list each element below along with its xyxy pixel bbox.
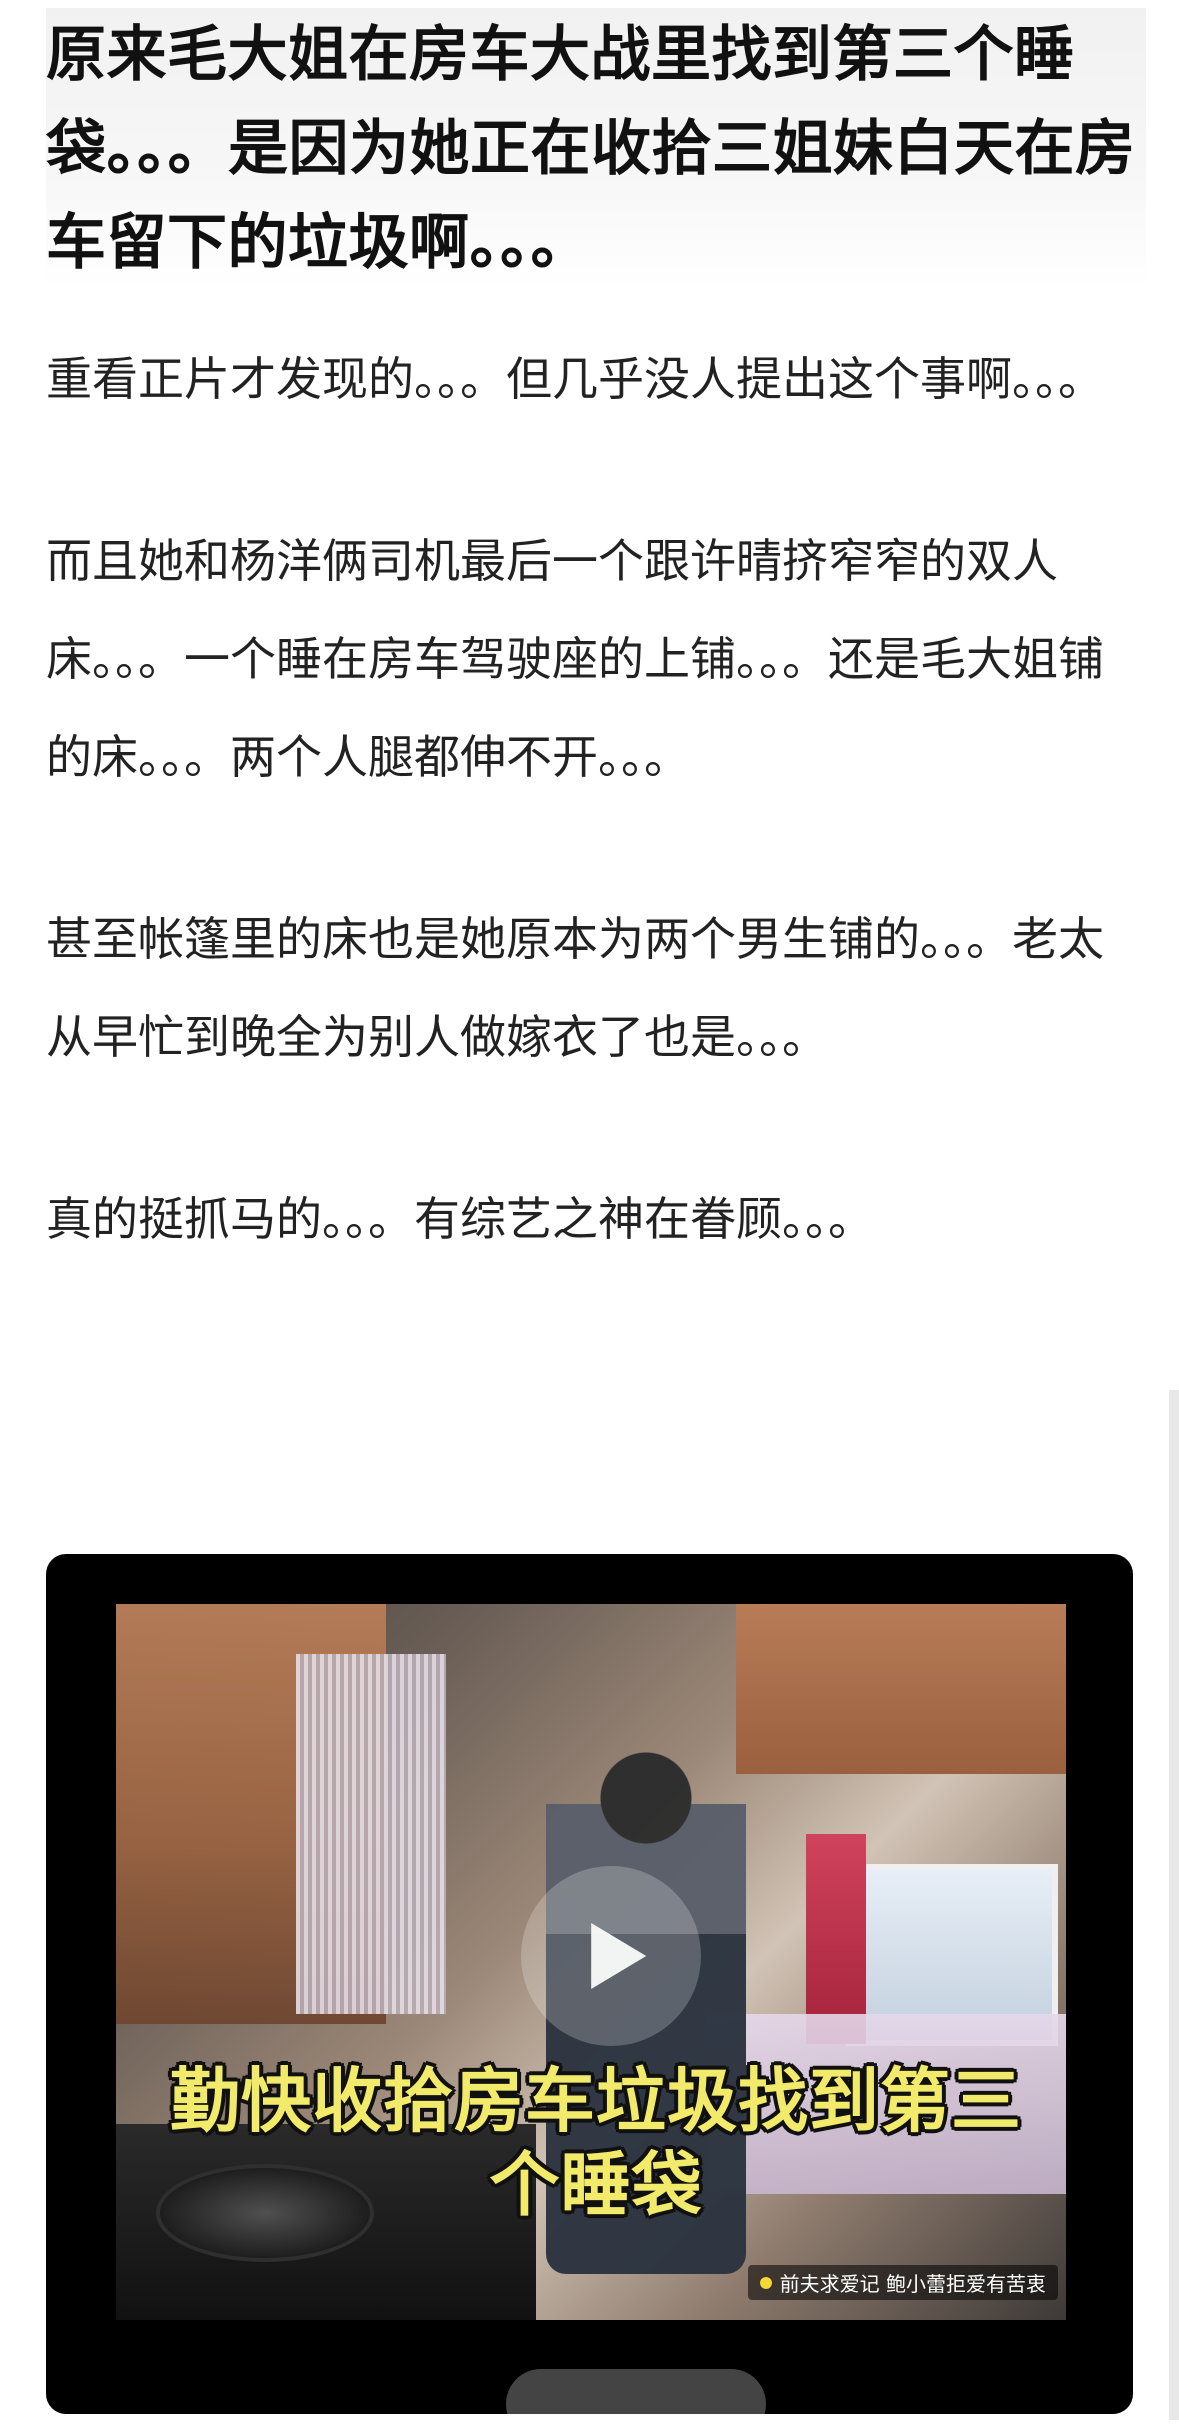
video-thumbnail[interactable]: 勤快收拾房车垃圾找到第三个睡袋 前夫求爱记 鲍小蕾拒爱有苦衷 [116, 1604, 1066, 2320]
post-paragraph-2: 而且她和杨洋俩司机最后一个跟许晴挤窄窄的双人床。。。一个睡在房车驾驶座的上铺。。… [46, 534, 1104, 784]
video-player[interactable]: 勤快收拾房车垃圾找到第三个睡袋 前夫求爱记 鲍小蕾拒爱有苦衷 [46, 1554, 1133, 2414]
ticker-dot-icon [759, 2276, 772, 2289]
video-ticker: 前夫求爱记 鲍小蕾拒爱有苦衷 [747, 2265, 1058, 2300]
post-title-area: 原来毛大姐在房车大战里找到第三个睡袋。。。是因为她正在收拾三姐妹白天在房车留下的… [46, 8, 1146, 290]
page-edge-bar [1169, 1390, 1179, 2420]
thumbnail-upper-cabinet [736, 1604, 1066, 1774]
thumbnail-red-curtain [806, 1834, 866, 2044]
post-paragraph-3: 甚至帐篷里的床也是她原本为两个男生铺的。。。老太从早忙到晚全为别人做嫁衣了也是。… [46, 912, 1104, 1064]
post-title: 原来毛大姐在房车大战里找到第三个睡袋。。。是因为她正在收拾三姐妹白天在房车留下的… [46, 20, 1136, 278]
post-paragraph-4: 真的挺抓马的。。。有综艺之神在眷顾。。。 [46, 1192, 874, 1246]
thumbnail-bead-curtain [296, 1654, 446, 2014]
post-paragraph-1: 重看正片才发现的。。。但几乎没人提出这个事啊。。。 [46, 352, 1104, 406]
post-body: 重看正片才发现的。。。但几乎没人提出这个事啊。。。 而且她和杨洋俩司机最后一个跟… [46, 330, 1126, 1364]
video-caption: 勤快收拾房车垃圾找到第三个睡袋 [170, 2060, 1022, 2226]
ticker-text: 前夫求爱记 鲍小蕾拒爱有苦衷 [779, 2272, 1046, 2296]
play-icon [591, 1923, 647, 1989]
play-button[interactable] [521, 1866, 701, 2046]
video-control-pill[interactable] [506, 2369, 766, 2414]
